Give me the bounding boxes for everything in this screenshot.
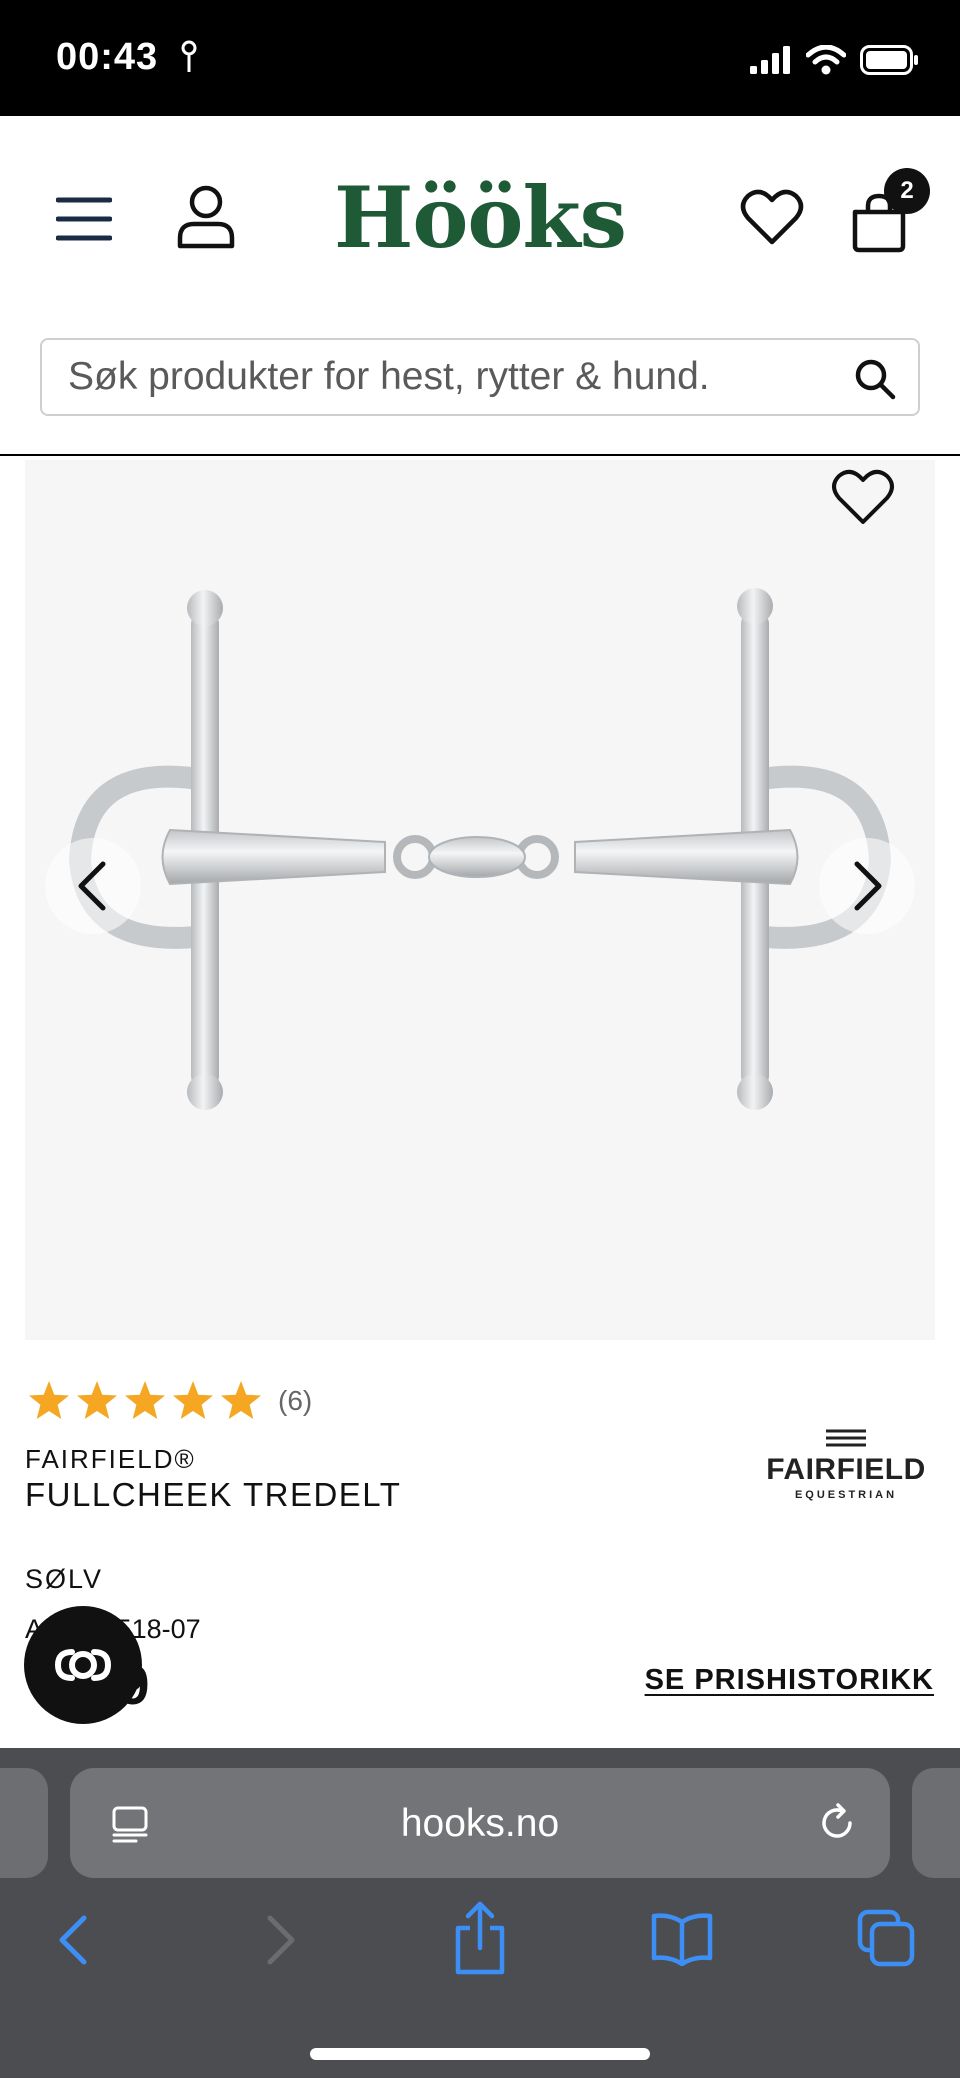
- product-brand: FAIRFIELD®: [25, 1444, 196, 1474]
- brand-logo-mark-icon: [826, 1429, 866, 1447]
- browser-toolbar: hooks.no: [0, 1748, 960, 2078]
- reload-icon[interactable]: [816, 1802, 858, 1844]
- favorite-icon[interactable]: [831, 468, 895, 526]
- status-time: 00:43: [56, 36, 159, 78]
- star-icon: [125, 1381, 165, 1419]
- search-input[interactable]: [68, 355, 848, 399]
- previous-tab-preview[interactable]: [0, 1768, 48, 1878]
- search-bar[interactable]: [40, 338, 920, 416]
- url-text[interactable]: hooks.no: [70, 1802, 890, 1846]
- site-logo[interactable]: Hööks: [0, 168, 960, 267]
- status-bar: 00:43: [0, 0, 960, 116]
- cellular-signal-icon: [750, 46, 790, 74]
- tabs-icon[interactable]: [856, 1908, 916, 1968]
- location-icon: [181, 40, 197, 72]
- price-history-link[interactable]: SE PRISHISTORIKK: [645, 1664, 934, 1697]
- search-icon[interactable]: [854, 358, 896, 400]
- brand-logo[interactable]: FAIRFIELD EQUESTRIAN: [758, 1428, 934, 1501]
- cart-count-badge: 2: [884, 168, 930, 214]
- battery-icon: [860, 45, 918, 75]
- product-image: [68, 588, 892, 1110]
- star-icon: [77, 1381, 117, 1419]
- next-tab-preview[interactable]: [912, 1768, 960, 1878]
- chevron-left-icon: [78, 861, 106, 911]
- brand-logo-name: FAIRFIELD: [766, 1453, 926, 1486]
- chevron-right-icon: [854, 861, 882, 911]
- product-rating[interactable]: (6): [26, 1378, 312, 1424]
- product-color: SØLV: [25, 1564, 104, 1594]
- share-icon[interactable]: [452, 1898, 508, 1978]
- back-icon[interactable]: [52, 1910, 96, 1970]
- home-indicator: [310, 2048, 650, 2060]
- address-bar[interactable]: hooks.no: [70, 1768, 890, 1878]
- site-header: Hööks 2: [0, 116, 960, 456]
- product-name: FULLCHEEK TREDELT: [25, 1476, 402, 1513]
- product-image-gallery[interactable]: [25, 460, 935, 1340]
- rating-stars: [29, 1381, 261, 1419]
- star-icon: [221, 1381, 261, 1419]
- forward-icon[interactable]: [258, 1910, 302, 1970]
- brand-logo-sub: EQUESTRIAN: [794, 1489, 898, 1501]
- gallery-next-button[interactable]: [819, 838, 915, 934]
- heart-icon[interactable]: [740, 188, 804, 246]
- star-icon: [173, 1381, 213, 1419]
- wifi-icon: [806, 45, 846, 75]
- chat-button[interactable]: [24, 1606, 142, 1724]
- bookmarks-icon[interactable]: [650, 1910, 714, 1966]
- gallery-prev-button[interactable]: [45, 838, 141, 934]
- rating-count: (6): [278, 1385, 313, 1416]
- star-icon: [29, 1381, 69, 1419]
- chat-icon: [54, 1649, 112, 1681]
